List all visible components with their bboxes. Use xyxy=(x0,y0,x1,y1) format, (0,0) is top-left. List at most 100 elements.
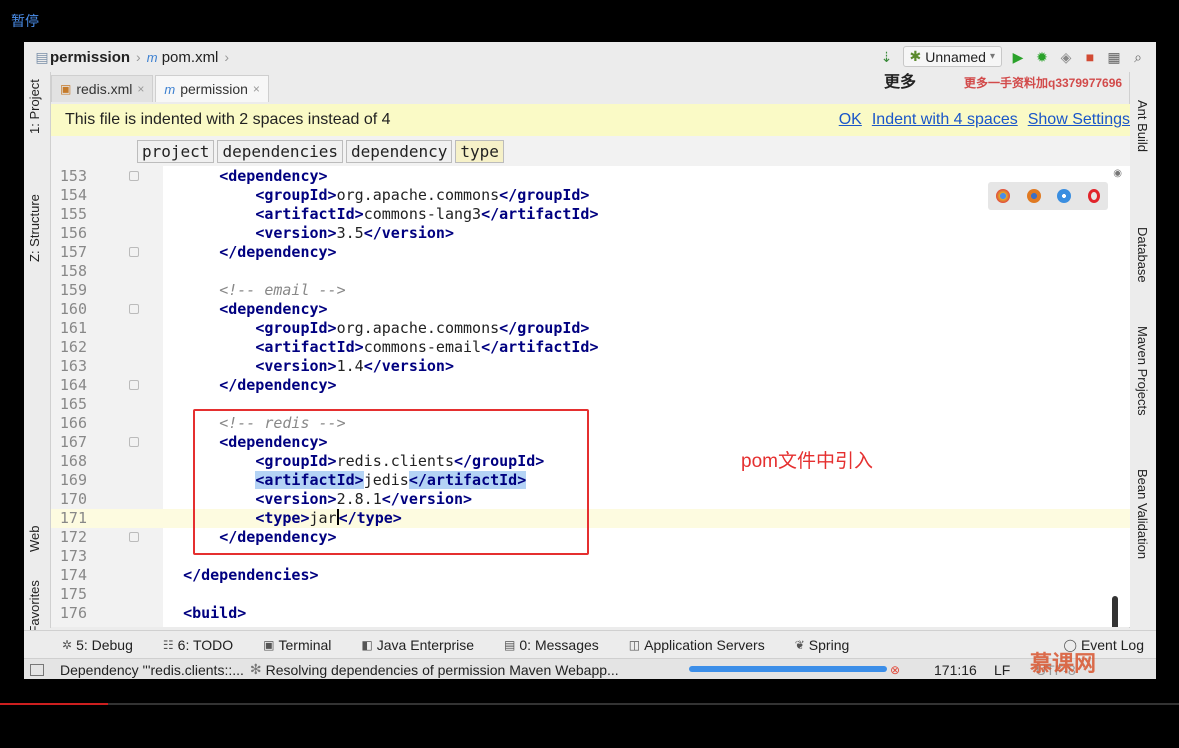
stop-icon[interactable]: ■ xyxy=(1082,49,1098,65)
project-structure-icon[interactable]: ▦ xyxy=(1106,49,1122,65)
chevron-right-icon: › xyxy=(224,49,230,65)
xml-crumb-dependencies[interactable]: dependencies xyxy=(217,139,344,163)
java-enterprise-icon: ◧ xyxy=(361,638,373,652)
todo-icon: ☷ xyxy=(162,638,174,652)
chevron-right-icon: › xyxy=(136,49,141,65)
code-line[interactable]: 175 xyxy=(51,585,1130,604)
fold-marker-icon[interactable] xyxy=(129,304,139,314)
close-icon[interactable]: × xyxy=(137,82,144,96)
line-number: 160 xyxy=(59,300,87,318)
code-line[interactable]: 158 xyxy=(51,262,1130,281)
tool-window-label: 0: Messages xyxy=(519,637,599,653)
line-number: 168 xyxy=(59,452,87,470)
tool-tab-structure[interactable]: Z: Structure xyxy=(27,194,42,262)
terminal-icon: ▣ xyxy=(263,638,275,652)
code-line[interactable]: 154 <groupId>org.apache.commons</groupId… xyxy=(51,186,1130,205)
code-line[interactable]: 160 <dependency> xyxy=(51,300,1130,319)
code-line[interactable]: 164 </dependency> xyxy=(51,376,1130,395)
video-progress-bar[interactable] xyxy=(0,703,1179,705)
tool-window-application-servers[interactable]: ◫ Application Servers xyxy=(629,637,765,653)
fold-marker-icon[interactable] xyxy=(129,171,139,181)
search-icon[interactable]: ⌕ xyxy=(1130,49,1146,65)
line-number: 154 xyxy=(59,186,87,204)
tool-tab-project[interactable]: 1: Project xyxy=(27,79,42,134)
tool-tab-label: 1: Project xyxy=(27,79,42,134)
messages-icon: ▤ xyxy=(504,638,516,652)
tool-tab-label: Ant Build xyxy=(1135,100,1150,153)
code-text: <artifactId>commons-email</artifactId> xyxy=(255,338,599,356)
tool-window-java-enterprise[interactable]: ◧ Java Enterprise xyxy=(361,637,474,653)
tool-tab-maven-projects[interactable]: Maven Projects xyxy=(1135,326,1150,416)
close-icon[interactable]: × xyxy=(253,82,260,96)
xml-crumb-dependency[interactable]: dependency xyxy=(346,139,453,163)
show-settings-link[interactable]: Show Settings xyxy=(1028,111,1130,129)
breadcrumb-project[interactable]: permission › xyxy=(50,49,147,66)
code-text: <dependency> xyxy=(219,300,328,318)
tab-permission[interactable]: m permission × xyxy=(155,75,269,102)
coverage-icon[interactable]: ◈ xyxy=(1058,49,1074,65)
tab-redis-xml[interactable]: ▣ redis.xml × xyxy=(51,75,154,102)
code-line[interactable]: 159 <!-- email --> xyxy=(51,281,1130,300)
run-icon[interactable]: ▶ xyxy=(1010,49,1026,65)
code-text: <version>3.5</version> xyxy=(255,224,454,242)
tool-tab-label: Maven Projects xyxy=(1135,326,1150,416)
code-line[interactable]: 153 <dependency> xyxy=(51,167,1130,186)
tool-tab-label: Bean Validation xyxy=(1135,469,1150,560)
code-text: <groupId>org.apache.commons</groupId> xyxy=(255,319,590,337)
line-number: 164 xyxy=(59,376,87,394)
editor-scrollbar[interactable] xyxy=(1112,596,1118,627)
tab-label: redis.xml xyxy=(76,81,133,97)
code-line[interactable]: 156 <version>3.5</version> xyxy=(51,224,1130,243)
code-editor[interactable]: ◉ 153 <dependency> 154 <groupId>org.apach… xyxy=(51,166,1130,627)
code-line[interactable]: 163 <version>1.4</version> xyxy=(51,357,1130,376)
tool-tab-web[interactable]: Web xyxy=(27,526,42,553)
tool-tab-ant-build[interactable]: Ant Build xyxy=(1135,100,1150,152)
line-number: 173 xyxy=(59,547,87,565)
video-pause-label[interactable]: 暂停 xyxy=(11,11,39,31)
run-config-select[interactable]: ✱ Unnamed ▾ xyxy=(902,46,1002,67)
fold-marker-icon[interactable] xyxy=(129,437,139,447)
tool-window-spring[interactable]: ❦ Spring xyxy=(795,637,850,653)
line-separator[interactable]: LF xyxy=(994,662,1010,678)
fold-marker-icon[interactable] xyxy=(129,380,139,390)
status-toggle-icon[interactable] xyxy=(30,663,44,676)
build-icon[interactable]: ⇣ xyxy=(879,49,895,65)
tool-window-6-todo[interactable]: ☷ 6: TODO xyxy=(163,637,233,653)
bottom-tool-bar: ✲ 5: Debug ☷ 6: TODO ▣ Terminal ◧ Java Enterpri… xyxy=(24,630,1156,659)
progress-bar xyxy=(689,666,887,672)
code-line[interactable]: 161 <groupId>org.apache.commons</groupId… xyxy=(51,319,1130,338)
fold-marker-icon[interactable] xyxy=(129,247,139,257)
tool-window-terminal[interactable]: ▣ Terminal xyxy=(263,637,331,653)
tool-window-5-debug[interactable]: ✲ 5: Debug xyxy=(62,637,133,653)
code-line[interactable]: 155 <artifactId>commons-lang3</artifactI… xyxy=(51,205,1130,224)
tool-tab-database[interactable]: Database xyxy=(1135,227,1150,283)
indent-link[interactable]: Indent with 4 spaces xyxy=(872,111,1018,129)
xml-crumb-project[interactable]: project xyxy=(137,139,215,163)
loading-icon: ✻ xyxy=(249,661,262,677)
fold-marker-icon[interactable] xyxy=(129,532,139,542)
xml-crumb-type[interactable]: type xyxy=(455,139,504,163)
line-number: 163 xyxy=(59,357,87,375)
breadcrumb-file[interactable]: m pom.xml › xyxy=(147,49,235,66)
code-text: <!-- email --> xyxy=(219,281,346,299)
ok-link[interactable]: OK xyxy=(839,111,862,129)
servers-icon: ◫ xyxy=(628,638,641,652)
tool-window-0-messages[interactable]: ▤ 0: Messages xyxy=(504,637,599,653)
tool-window-label: Application Servers xyxy=(644,637,765,653)
run-config-label: Unnamed xyxy=(925,48,986,65)
cancel-progress-icon[interactable]: ⊗ xyxy=(890,663,900,677)
tool-tab-bean-validation[interactable]: Bean Validation xyxy=(1135,469,1150,559)
caret-position[interactable]: 171:16 xyxy=(934,662,977,678)
line-number: 172 xyxy=(59,528,87,546)
code-text: </dependencies> xyxy=(183,566,319,584)
debug-icon[interactable]: ✹ xyxy=(1034,49,1050,65)
code-line[interactable]: 157 </dependency> xyxy=(51,243,1130,262)
line-number: 170 xyxy=(59,490,87,508)
code-line[interactable]: 174 </dependencies> xyxy=(51,566,1130,585)
annotation-highlight-box xyxy=(193,409,589,555)
code-text: <version>1.4</version> xyxy=(255,357,454,375)
code-line[interactable]: 162 <artifactId>commons-email</artifactI… xyxy=(51,338,1130,357)
code-line[interactable]: 176 <build> xyxy=(51,604,1130,623)
